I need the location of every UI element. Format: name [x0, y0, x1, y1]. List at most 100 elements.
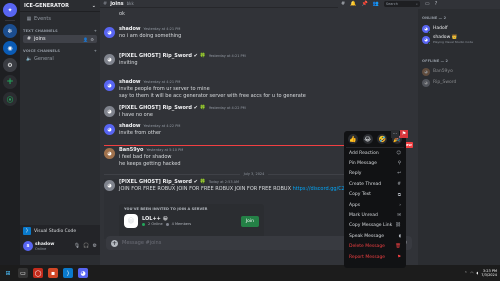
gear-icon[interactable]: ⚙: [90, 37, 94, 42]
menu-add-reaction[interactable]: Add Reaction ☺: [346, 148, 404, 158]
search-icon: ⌕: [415, 2, 418, 6]
message-author[interactable]: shadow: [119, 26, 141, 33]
chevron-up-icon[interactable]: ⌃: [464, 271, 467, 275]
member-name: Rip_Sword: [433, 80, 457, 85]
bell-icon[interactable]: 🔔: [350, 1, 356, 7]
add-channel-icon[interactable]: +: [94, 49, 97, 53]
channel-title: joins: [110, 0, 124, 7]
server-icon-3[interactable]: ⚙: [3, 58, 17, 72]
upload-plus-icon[interactable]: +: [111, 239, 118, 247]
reaction-emoji[interactable]: 🤣: [377, 134, 388, 144]
more-icon[interactable]: ⋯: [391, 130, 399, 138]
clock-date: 7/3/2024: [481, 273, 497, 277]
message[interactable]: ◕ [PIXEL GHOST] Rip_Sword ✔ 🍀 Yesterday a…: [104, 105, 404, 121]
menu-reply[interactable]: Reply ↩: [346, 169, 404, 179]
discord-icon[interactable]: ◕: [78, 268, 88, 278]
wifi-icon[interactable]: ◠: [470, 271, 473, 275]
windows-start-icon[interactable]: ⊞: [3, 268, 13, 278]
message-author[interactable]: [PIXEL GHOST] Rip_Sword ✔ 🍀: [119, 179, 206, 186]
message[interactable]: ◕ shadow Yesterday at 4:21 PM invite peop…: [104, 79, 404, 101]
menu-label: Mark Unread: [349, 213, 378, 219]
app-orange-icon[interactable]: ▪: [48, 268, 58, 278]
category-voice-channels[interactable]: VOICE CHANNELS +: [20, 47, 100, 55]
reaction-emoji[interactable]: 👍: [348, 134, 358, 144]
microphone-icon[interactable]: 🎙: [74, 243, 80, 249]
avatar[interactable]: ◕: [104, 80, 115, 91]
menu-label: Report Message: [349, 254, 386, 260]
add-channel-icon[interactable]: +: [94, 29, 97, 33]
menu-speak-message[interactable]: Speak Message ◖: [346, 231, 404, 241]
task-view-icon[interactable]: ▭: [18, 268, 28, 278]
flag-icon[interactable]: ⚑: [400, 130, 408, 138]
discord-window: ✦ ❄ ◉ ⚙ + ⦿ ICE-GENERATOR ⌄ ▦ Events TEX…: [0, 0, 500, 268]
avatar[interactable]: ◕: [104, 180, 115, 191]
add-server-icon[interactable]: +: [3, 75, 17, 89]
menu-create-thread[interactable]: Create Thread #: [346, 179, 404, 189]
member-item[interactable]: ◕ Rip_Sword: [422, 77, 496, 88]
channel-events[interactable]: ▦ Events: [23, 15, 97, 23]
app-red-icon[interactable]: ◯: [33, 268, 43, 278]
member-item[interactable]: ◕ Hadolf: [422, 23, 496, 34]
headphones-icon[interactable]: 🎧: [83, 243, 89, 249]
vscode-icon[interactable]: ⟩: [63, 268, 73, 278]
avatar: ◕: [422, 67, 430, 76]
avatar[interactable]: ◕: [104, 54, 115, 65]
message-author[interactable]: Ban59yo: [119, 147, 143, 154]
menu-label: Add Reaction: [349, 150, 379, 156]
menu-report-message[interactable]: Report Message ⚑: [346, 252, 404, 262]
server-icon-2[interactable]: ◉: [3, 41, 17, 55]
speaker-icon: ◖: [398, 233, 401, 239]
members-icon[interactable]: 👥: [373, 1, 379, 7]
avatar[interactable]: ◕: [104, 27, 115, 38]
gear-icon[interactable]: ⚙: [93, 243, 97, 249]
member-item[interactable]: ◕ Ban59yo: [422, 66, 496, 77]
server-icon-1[interactable]: ❄: [3, 24, 17, 38]
member-name: Ban59yo: [433, 69, 453, 74]
hash-icon: #: [26, 36, 32, 42]
message-author[interactable]: shadow: [119, 79, 141, 86]
clock[interactable]: 3:23 PM 7/3/2024: [481, 269, 497, 278]
help-icon[interactable]: ?: [435, 1, 438, 7]
guild-name: ICE-GENERATOR: [24, 2, 69, 9]
menu-mark-unread[interactable]: Mark Unread ✉: [346, 210, 404, 220]
threads-icon[interactable]: #: [341, 1, 345, 7]
menu-label: Speak Message: [349, 233, 384, 239]
channel-general[interactable]: 🔈 General: [23, 55, 97, 63]
avatar[interactable]: ◕: [104, 148, 115, 159]
category-text-channels[interactable]: TEXT CHANNELS +: [20, 27, 100, 35]
message-author[interactable]: [PIXEL GHOST] Rip_Sword ✔ 🍀: [119, 105, 206, 112]
message[interactable]: ◕ shadow Yesterday at 4:21 PM no i am doi…: [104, 26, 404, 42]
menu-delete-message[interactable]: Delete Message 🗑: [346, 242, 404, 252]
inbox-icon[interactable]: ▭: [425, 1, 430, 7]
member-item[interactable]: ◕ shadow 👑 Playing Visual Studio Code: [422, 34, 496, 45]
speaker-icon: 🔈: [26, 56, 33, 62]
unread-icon: ✉: [397, 213, 401, 219]
menu-apps[interactable]: Apps ›: [346, 200, 404, 210]
explore-servers-icon[interactable]: ⦿: [3, 92, 17, 106]
menu-pin-message[interactable]: Pin Message ⚲: [346, 158, 404, 168]
menu-copy-text[interactable]: Copy Text ⧉: [346, 190, 404, 200]
activity-panel[interactable]: ⟩ Visual Studio Code: [20, 225, 100, 237]
message-timestamp: Yesterday at 4:22 PM: [208, 106, 246, 110]
message[interactable]: ok: [104, 11, 404, 19]
message-author[interactable]: shadow: [119, 123, 141, 130]
message-author[interactable]: [PIXEL GHOST] Rip_Sword ✔ 🍀: [119, 53, 206, 60]
message[interactable]: ◕ [PIXEL GHOST] Rip_Sword ✔ 🍀 Yesterday a…: [104, 53, 404, 69]
avatar[interactable]: ◕: [104, 106, 115, 117]
discord-home-icon[interactable]: ✦: [3, 3, 17, 17]
reaction-emoji[interactable]: 😂: [362, 134, 373, 144]
activity-label: Visual Studio Code: [34, 228, 77, 234]
search-input[interactable]: Search ⌕: [383, 1, 420, 7]
avatar[interactable]: s: [23, 241, 33, 251]
message-input[interactable]: Message #joins: [122, 240, 370, 246]
add-member-icon[interactable]: 👤: [83, 37, 88, 42]
menu-copy-message-link[interactable]: Copy Message Link ⛓: [346, 221, 404, 231]
member-category: ONLINE — 2: [422, 16, 447, 20]
join-button[interactable]: Join: [240, 215, 259, 227]
pin-icon[interactable]: 📌: [361, 1, 367, 7]
avatar[interactable]: ◕: [104, 124, 115, 135]
volume-icon[interactable]: ◖: [476, 271, 478, 275]
message-timestamp: Yesterday at 4:21 PM: [208, 54, 246, 58]
channel-joins[interactable]: # joins 👤 ⚙: [23, 35, 97, 43]
guild-header[interactable]: ICE-GENERATOR ⌄: [20, 0, 100, 12]
